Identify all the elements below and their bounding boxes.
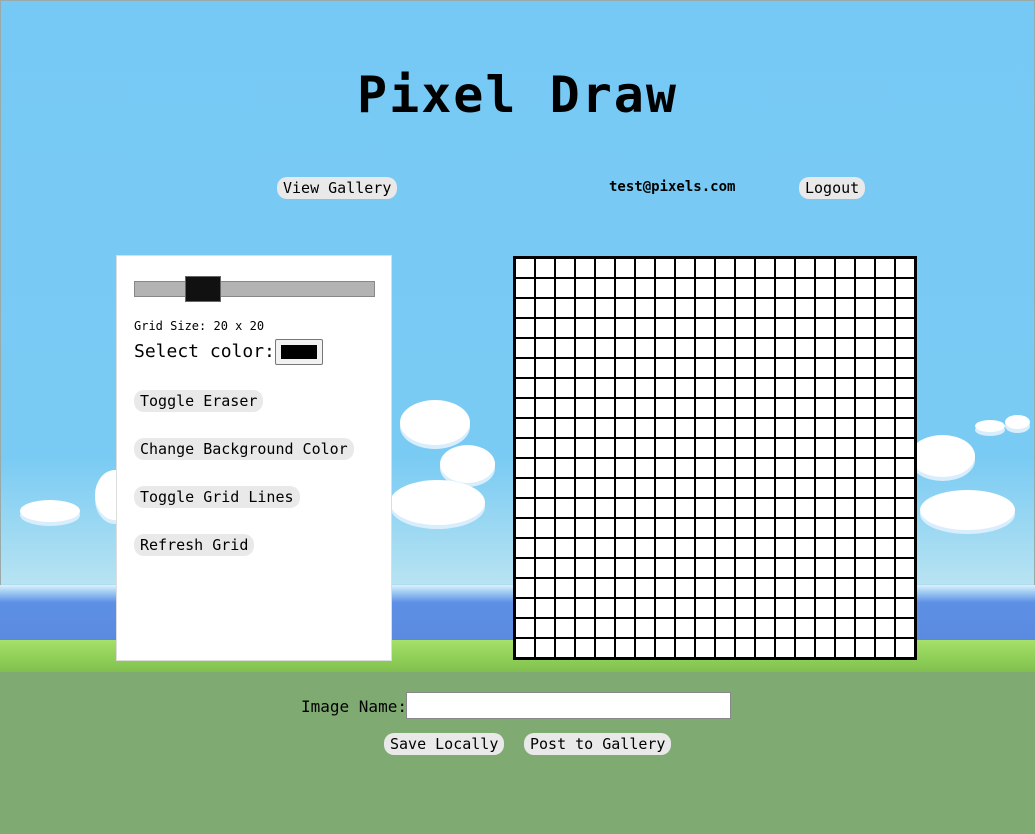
toggle-eraser-button[interactable]: Toggle Eraser: [134, 390, 264, 412]
cloud-decoration: [920, 490, 1015, 530]
change-background-color-button[interactable]: Change Background Color: [134, 438, 354, 460]
cloud-decoration: [390, 480, 485, 525]
cloud-decoration: [1005, 415, 1030, 429]
cloud-decoration: [975, 420, 1005, 432]
color-swatch: [281, 345, 317, 359]
user-email: test@pixels.com: [609, 179, 736, 195]
image-name-input[interactable]: [406, 692, 731, 719]
view-gallery-button[interactable]: View Gallery: [277, 177, 398, 199]
grid-size-slider-thumb[interactable]: [185, 276, 222, 302]
grid-size-slider-track[interactable]: [134, 281, 375, 297]
color-picker[interactable]: [275, 339, 323, 365]
post-to-gallery-button[interactable]: Post to Gallery: [524, 733, 672, 755]
toggle-grid-lines-button[interactable]: Toggle Grid Lines: [134, 486, 300, 508]
cloud-decoration: [400, 400, 470, 445]
cloud-decoration: [440, 445, 495, 483]
select-color-label: Select color:: [134, 341, 275, 362]
save-locally-button[interactable]: Save Locally: [384, 733, 505, 755]
logout-button[interactable]: Logout: [799, 177, 866, 199]
cloud-decoration: [910, 435, 975, 477]
drawing-canvas[interactable]: [513, 256, 917, 660]
page-title: Pixel Draw: [356, 66, 679, 124]
cloud-decoration: [20, 500, 80, 522]
image-name-label: Image Name:: [301, 697, 407, 716]
grid-size-label: Grid Size: 20 x 20: [134, 319, 265, 333]
refresh-grid-button[interactable]: Refresh Grid: [134, 534, 255, 556]
controls-panel: Grid Size: 20 x 20 Select color: Toggle …: [117, 256, 391, 660]
